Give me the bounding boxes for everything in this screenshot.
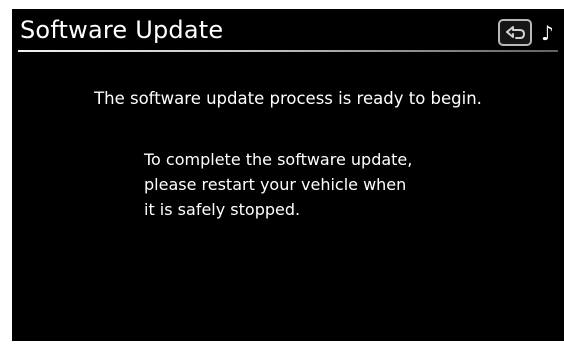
header-bar: Software Update ♪ <box>12 9 564 61</box>
instructions-line: it is safely stopped. <box>144 200 301 219</box>
instructions-message: To complete the software update, please … <box>144 147 504 222</box>
display-screen: Software Update ♪ The software update pr… <box>12 9 564 341</box>
status-message: The software update process is ready to … <box>94 89 482 108</box>
instructions-line: please restart your vehicle when <box>144 175 407 194</box>
instructions-line: To complete the software update, <box>144 150 413 169</box>
music-note-icon: ♪ <box>541 21 554 45</box>
header-divider <box>18 50 558 53</box>
back-button[interactable] <box>498 19 532 46</box>
back-arrow-icon <box>506 26 525 39</box>
page-title: Software Update <box>20 16 224 44</box>
